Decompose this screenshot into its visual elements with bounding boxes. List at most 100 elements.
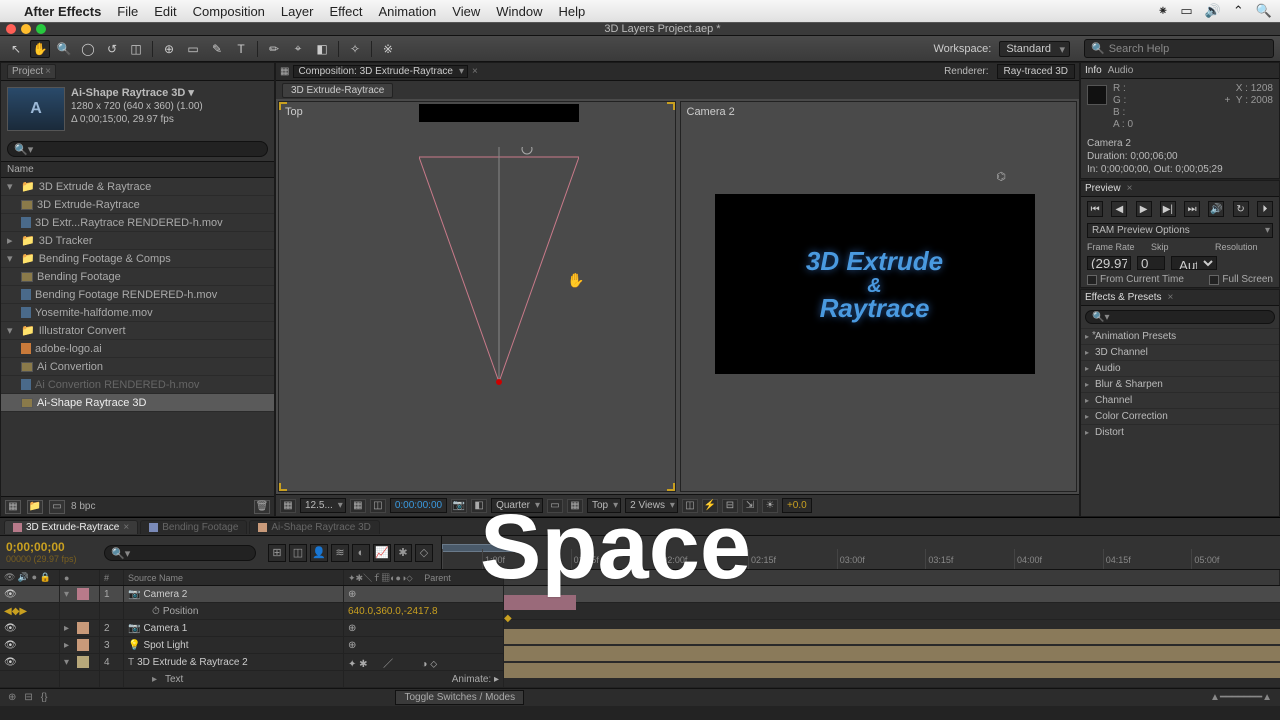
prev-frame-button[interactable]: ◀ bbox=[1111, 201, 1127, 217]
camera-tool[interactable]: ◫ bbox=[126, 40, 146, 58]
effects-category[interactable]: Channel bbox=[1081, 392, 1279, 408]
draft3d-icon[interactable]: ◫ bbox=[289, 544, 307, 562]
view-select[interactable]: Top bbox=[587, 498, 621, 513]
layer-bar[interactable] bbox=[504, 646, 1280, 661]
zoom-tool[interactable]: 🔍 bbox=[54, 40, 74, 58]
label-color-icon[interactable] bbox=[77, 656, 89, 668]
keyframe-icon[interactable]: ◆ bbox=[504, 613, 512, 624]
render-queue-icon[interactable]: {} bbox=[41, 692, 48, 703]
mask-icon[interactable]: ◫ bbox=[370, 499, 386, 513]
layer-bar[interactable] bbox=[504, 663, 1280, 678]
new-folder-button[interactable]: 📁 bbox=[27, 500, 43, 514]
trash-button[interactable]: 🗑 bbox=[254, 500, 270, 514]
channel-icon[interactable]: ◧ bbox=[471, 499, 487, 513]
loop-button[interactable]: ↻ bbox=[1233, 201, 1249, 217]
status-spotlight-icon[interactable]: 🔍 bbox=[1256, 3, 1272, 19]
viewer-comp-select[interactable]: Composition: 3D Extrude-Raytrace bbox=[293, 65, 468, 78]
status-bolt-icon[interactable]: ⁕ bbox=[1158, 3, 1169, 19]
hand-tool[interactable]: ✋ bbox=[30, 40, 50, 58]
motion-blur-icon[interactable]: ◐ bbox=[352, 544, 370, 562]
timeline-icon[interactable]: ⊟ bbox=[722, 499, 738, 513]
layer-row[interactable]: 👁 ▸ 2 📷Camera 1 ⊕ bbox=[0, 620, 1280, 637]
close-window-button[interactable] bbox=[6, 24, 16, 34]
menu-view[interactable]: View bbox=[452, 4, 480, 19]
fullscreen-checkbox[interactable]: Full Screen bbox=[1209, 274, 1273, 285]
keyframe-nav-icon[interactable]: ◀◆▶ bbox=[4, 606, 27, 617]
current-time-display[interactable]: 0;00;00;0000000 (29.97 fps) bbox=[0, 536, 100, 569]
viewport-camera[interactable]: Camera 2 ⌬ 3D Extrude&Raytrace bbox=[680, 101, 1078, 492]
preview-tab[interactable]: Preview bbox=[1085, 183, 1121, 194]
eraser-tool[interactable]: ◧ bbox=[312, 40, 332, 58]
fast-preview-icon[interactable]: ⚡ bbox=[702, 499, 718, 513]
effects-category[interactable]: Blur & Sharpen bbox=[1081, 376, 1279, 392]
menu-effect[interactable]: Effect bbox=[329, 4, 362, 19]
roto-tool[interactable]: ✧ bbox=[345, 40, 365, 58]
magnification-select[interactable]: 12.5... bbox=[300, 498, 346, 513]
ram-preview-button[interactable]: ⏵ bbox=[1257, 201, 1273, 217]
menu-help[interactable]: Help bbox=[558, 4, 585, 19]
info-tab[interactable]: Info bbox=[1085, 65, 1102, 76]
shy-icon[interactable]: 👤 bbox=[310, 544, 328, 562]
layer-bar[interactable] bbox=[504, 595, 576, 610]
time-ruler[interactable]: 1:00f 01:15f 02:00f 02:15f 03:00f 03:15f… bbox=[441, 536, 1280, 569]
skip-input[interactable] bbox=[1137, 256, 1165, 270]
exposure-value[interactable]: +0.0 bbox=[782, 498, 812, 513]
graph-editor-icon[interactable]: 📈 bbox=[373, 544, 391, 562]
framerate-input[interactable] bbox=[1087, 256, 1131, 270]
close-tab-icon[interactable]: × bbox=[472, 66, 478, 77]
effects-search[interactable]: 🔍▾ bbox=[1085, 310, 1275, 324]
next-frame-button[interactable]: ▶| bbox=[1160, 201, 1176, 217]
timeline-tab[interactable]: 3D Extrude-Raytrace× bbox=[4, 520, 138, 534]
pixel-aspect-icon[interactable]: ◫ bbox=[682, 499, 698, 513]
orbit-tool[interactable]: ◯ bbox=[78, 40, 98, 58]
minimize-window-button[interactable] bbox=[21, 24, 31, 34]
project-tree[interactable]: ▾📁3D Extrude & Raytrace 3D Extrude-Raytr… bbox=[1, 178, 274, 496]
menu-window[interactable]: Window bbox=[496, 4, 542, 19]
effects-category[interactable]: Distort bbox=[1081, 424, 1279, 440]
layer-bar[interactable] bbox=[504, 629, 1280, 644]
shape-tool[interactable]: ▭ bbox=[183, 40, 203, 58]
rotate-tool[interactable]: ↺ bbox=[102, 40, 122, 58]
viewport-top[interactable]: Top ✋ bbox=[278, 101, 676, 492]
effects-category[interactable]: Audio bbox=[1081, 360, 1279, 376]
transparency-icon[interactable]: ▦ bbox=[567, 499, 583, 513]
interpret-button[interactable]: ▦ bbox=[5, 500, 21, 514]
menu-composition[interactable]: Composition bbox=[193, 4, 265, 19]
brush-tool[interactable]: ✏ bbox=[264, 40, 284, 58]
mute-button[interactable]: 🔊 bbox=[1208, 201, 1224, 217]
from-current-checkbox[interactable]: From Current Time bbox=[1087, 274, 1184, 285]
roi-icon[interactable]: ▭ bbox=[547, 499, 563, 513]
new-comp-button[interactable]: ▭ bbox=[49, 500, 65, 514]
status-wifi-icon[interactable]: ⌃ bbox=[1233, 3, 1244, 19]
frame-blend-icon[interactable]: ≋ bbox=[331, 544, 349, 562]
toggle-switches-button[interactable]: Toggle Switches / Modes bbox=[395, 690, 524, 705]
effects-category[interactable]: Animation Presets bbox=[1081, 328, 1279, 344]
timeline-tab[interactable]: Ai-Shape Raytrace 3D bbox=[249, 520, 380, 534]
workspace-select[interactable]: Standard bbox=[999, 41, 1070, 57]
stopwatch-icon[interactable]: ⏱ bbox=[152, 606, 160, 617]
exposure-reset-icon[interactable]: ☀ bbox=[762, 499, 778, 513]
effects-tab[interactable]: Effects & Presets bbox=[1085, 292, 1162, 303]
property-row[interactable]: ◀◆▶ ⏱ Position 640.0,360.0,-2417.8 ◆ bbox=[0, 603, 1280, 620]
views-layout-select[interactable]: 2 Views bbox=[625, 498, 678, 513]
auto-keyframe-icon[interactable]: ◇ bbox=[415, 544, 433, 562]
resolution-select[interactable]: Quarter bbox=[491, 498, 543, 513]
type-tool[interactable]: T bbox=[231, 40, 251, 58]
preview-res-select[interactable]: Auto bbox=[1171, 256, 1217, 270]
layer-row[interactable]: 👁 ▾ 1 📷Camera 2 ⊕ bbox=[0, 586, 1280, 603]
status-displays-icon[interactable]: ▭ bbox=[1180, 3, 1192, 19]
ram-options-select[interactable]: RAM Preview Options bbox=[1087, 223, 1273, 238]
comp-nav-icon[interactable]: ▦ bbox=[280, 66, 289, 77]
play-button[interactable]: ▶ bbox=[1136, 201, 1152, 217]
audio-tab[interactable]: Audio bbox=[1108, 65, 1134, 76]
menu-animation[interactable]: Animation bbox=[378, 4, 436, 19]
effects-category[interactable]: Color Correction bbox=[1081, 408, 1279, 424]
label-color-icon[interactable] bbox=[77, 588, 89, 600]
label-color-icon[interactable] bbox=[77, 639, 89, 651]
always-preview-icon[interactable]: ▦ bbox=[280, 499, 296, 513]
puppet-tool[interactable]: ※ bbox=[378, 40, 398, 58]
menu-layer[interactable]: Layer bbox=[281, 4, 314, 19]
comp-mini-flowchart-icon[interactable]: ⊞ bbox=[268, 544, 286, 562]
zoom-window-button[interactable] bbox=[36, 24, 46, 34]
animate-menu[interactable]: Animate: ▸ bbox=[452, 674, 499, 685]
